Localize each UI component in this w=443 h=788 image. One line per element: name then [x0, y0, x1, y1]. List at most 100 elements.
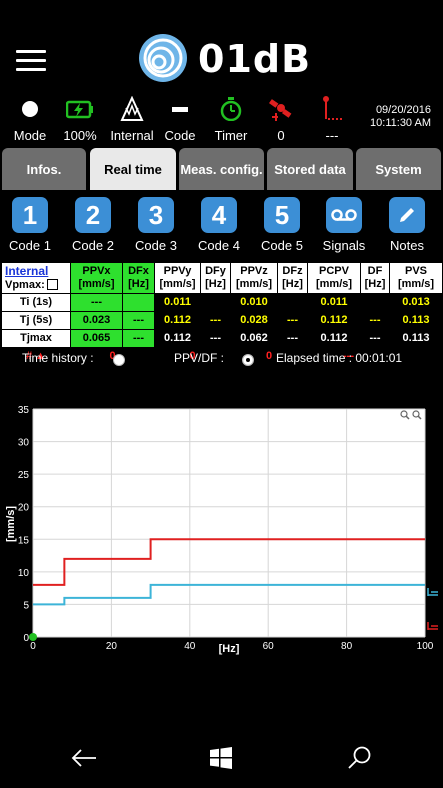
signals-button[interactable]: Signals [314, 197, 374, 253]
code-3-icon: 3 [138, 197, 174, 233]
y-tick-label: 35 [18, 405, 30, 416]
col-header-unit: [Hz] [364, 278, 386, 290]
notes-label: Notes [390, 238, 424, 253]
x-tick-label: 20 [106, 641, 118, 652]
col-header-unit: [mm/s] [397, 278, 435, 290]
y-tick-label: 10 [18, 568, 30, 579]
x-tick-label: 60 [263, 641, 275, 652]
x-tick-label: 0 [30, 641, 36, 652]
pencil-icon [389, 197, 425, 233]
code-1-button[interactable]: 1 Code 1 [0, 197, 60, 253]
windows-icon [210, 747, 232, 769]
row-label: Ti (1s) [1, 293, 71, 312]
col-header: PPVx [mm/s] [70, 262, 123, 294]
y-tick-label: 20 [18, 503, 30, 514]
origin-marker [29, 633, 37, 641]
table-cell: 0.023 [70, 311, 123, 330]
col-header: PCPV [mm/s] [307, 262, 361, 294]
code-label: Code 4 [198, 238, 240, 253]
back-arrow-icon [71, 749, 96, 767]
code-4-button[interactable]: 4 Code 4 [189, 197, 249, 253]
status-label: 100% [63, 128, 97, 143]
time-text: 10:11:30 AM [370, 117, 431, 129]
internal-link[interactable]: Internal [5, 264, 48, 278]
x-tick-label: 80 [341, 641, 353, 652]
col-header-unit: [mm/s] [78, 278, 115, 290]
col-header-unit: [mm/s] [315, 278, 353, 290]
status-trigger[interactable]: --- [302, 96, 362, 143]
code-5-button[interactable]: 5 Code 5 [252, 197, 312, 253]
tab-stored-data[interactable]: Stored data [267, 148, 353, 190]
table-cell: 0.013 [389, 293, 443, 312]
row-label: Tj (5s) [1, 311, 71, 330]
date-text: 09/20/2016 [375, 104, 431, 116]
table-cell [277, 293, 308, 312]
col-header: PVS [mm/s] [389, 262, 443, 294]
table-cell: 0.113 [389, 329, 443, 348]
col-header-name: PPVz [240, 265, 268, 277]
table-row: Tjmax 0.065 --- 0.112 --- 0.062 --- 0.11… [1, 329, 443, 348]
tab-infos[interactable]: Infos. [2, 148, 86, 190]
home-button[interactable] [201, 740, 241, 776]
code-label: Code 5 [261, 238, 303, 253]
x-axis-label: [Hz] [219, 643, 240, 655]
col-header-name: PVS [404, 265, 427, 277]
tab-system[interactable]: System [356, 148, 441, 190]
table-cell: 0.011 [307, 293, 361, 312]
code-4-icon: 4 [201, 197, 237, 233]
ppv-df-label: PPV/DF : [174, 351, 225, 365]
y-axis-label: [mm/s] [5, 506, 17, 542]
table-cell: 0.112 [154, 311, 201, 330]
code-1-icon: 1 [12, 197, 48, 233]
tab-meas-config[interactable]: Meas. config. [179, 148, 264, 190]
brand-name: 01dB [198, 37, 312, 81]
vpmax-checkbox[interactable] [46, 279, 58, 291]
table-cell: 0.011 [154, 293, 201, 312]
chart-mode-bar: Time history : PPV/DF : Elapsed time : 0… [0, 350, 443, 368]
table-cell: --- [277, 329, 308, 348]
search-icon [348, 746, 371, 769]
col-header-unit: [mm/s] [159, 278, 196, 290]
table-cell: 0.028 [230, 311, 278, 330]
code-3-button[interactable]: 3 Code 3 [126, 197, 186, 253]
table-cell: 0.065 [70, 329, 123, 348]
tab-real-time[interactable]: Real time [90, 148, 176, 190]
time-history-label: Time history : [22, 351, 94, 365]
table-cell: 0.112 [307, 329, 361, 348]
menu-icon[interactable] [16, 50, 46, 72]
col-header-unit: [Hz] [128, 278, 149, 290]
table-cell: --- [360, 329, 390, 348]
code-label: Code 2 [72, 238, 114, 253]
col-header: DFx [Hz] [122, 262, 155, 294]
col-header-unit: [Hz] [205, 278, 226, 290]
voicemail-icon [326, 197, 362, 233]
trigger-icon [323, 96, 342, 120]
table-cell: 0.112 [154, 329, 201, 348]
table-row: Tj (5s) 0.023 --- 0.112 --- 0.028 --- 0.… [1, 311, 443, 330]
code-dash-icon [172, 107, 188, 112]
col-header-unit: [mm/s] [235, 278, 273, 290]
internal-sensor-icon [120, 96, 144, 121]
table-cell: 0.010 [230, 293, 278, 312]
notes-button[interactable]: Notes [377, 197, 437, 253]
signals-label: Signals [322, 238, 366, 253]
col-header: DF [Hz] [360, 262, 390, 294]
table-cell: --- [200, 329, 231, 348]
code-5-icon: 5 [264, 197, 300, 233]
y-tick-label: 25 [18, 470, 30, 481]
satellite-icon [269, 99, 292, 121]
y-tick-label: 30 [18, 438, 30, 449]
table-cell: 0.062 [230, 329, 278, 348]
col-header: PPVz [mm/s] [230, 262, 278, 294]
back-button[interactable] [64, 740, 104, 776]
col-header-unit: [Hz] [282, 278, 303, 290]
vpmax-label: Vpmax: [5, 278, 45, 291]
y-tick-label: 0 [23, 633, 29, 644]
plot-area [33, 409, 425, 637]
col-header-name: DFz [282, 265, 303, 277]
search-button[interactable] [340, 740, 380, 776]
code-2-button[interactable]: 2 Code 2 [63, 197, 123, 253]
time-history-radio[interactable] [113, 354, 125, 366]
table-cell: --- [122, 311, 155, 330]
ppv-df-radio[interactable] [242, 354, 254, 366]
